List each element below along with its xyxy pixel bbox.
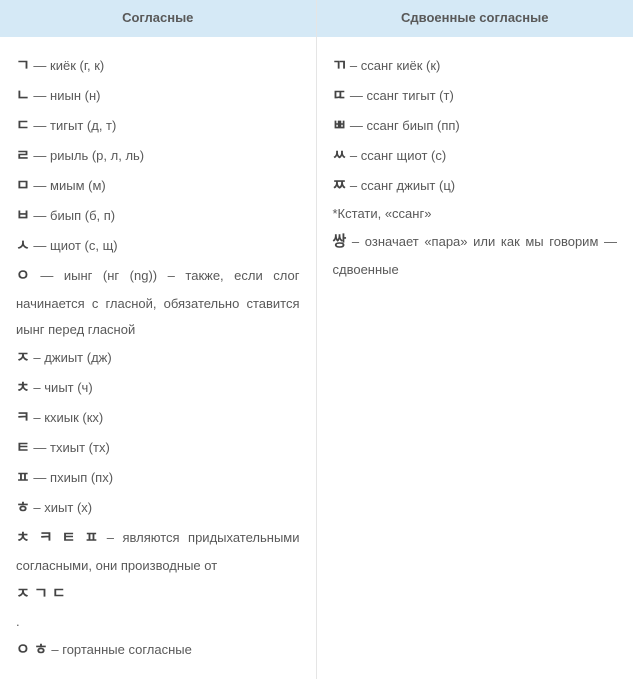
jamo-description: ссанг киёк (к) [361, 58, 441, 73]
jamo-description: риыль (р, л, ль) [50, 148, 144, 163]
aspirated-base: ㅈ ㄱ ㄷ [16, 579, 300, 609]
separator: – [30, 350, 44, 365]
ssang-meaning-text: – означает «пара» или как мы говорим — с… [333, 234, 618, 277]
separator: — [30, 178, 50, 193]
separator: — [346, 88, 366, 103]
consonant-row: ㅂ — биып (б, п) [16, 201, 300, 231]
jamo-description: хиыт (х) [44, 500, 92, 515]
jamo-glyph: ㄲ [333, 57, 347, 74]
consonant-row: ㄷ — тигыт (д, т) [16, 111, 300, 141]
consonant-row: ㄴ — ниын (н) [16, 81, 300, 111]
jamo-glyph: ㄸ [333, 87, 347, 104]
separator: — [30, 88, 50, 103]
jamo-description: тхиыт (тх) [50, 440, 110, 455]
jamo-description: миым (м) [50, 178, 106, 193]
consonant-row: ㅊ – чиыт (ч) [16, 373, 300, 403]
jamo-glyph: ㅁ [16, 177, 30, 194]
separator: — [30, 118, 50, 133]
jamo-description: тигыт (д, т) [50, 118, 116, 133]
jamo-glyph: ㅅ [16, 237, 30, 254]
consonant-row: ㄱ — киёк (г, к) [16, 51, 300, 81]
content-double-consonants: ㄲ – ссанг киёк (к)ㄸ — ссанг тигыт (т)ㅃ —… [317, 37, 633, 297]
separator: — [30, 440, 50, 455]
aspirated-jamo-group: ㅊ ㅋ ㅌ ㅍ [16, 529, 98, 546]
double-consonant-row: ㄸ — ссанг тигыт (т) [333, 81, 618, 111]
jamo-description: ссанг тигыт (т) [367, 88, 454, 103]
jamo-glyph: ㅎ [16, 499, 30, 516]
separator: — [30, 58, 50, 73]
double-consonant-row: ㅆ – ссанг щиот (с) [333, 141, 618, 171]
separator: — [30, 238, 50, 253]
jamo-glyph: ㅋ [16, 409, 30, 426]
jamo-description: джиыт (дж) [44, 350, 111, 365]
jamo-description: щиот (с, щ) [50, 238, 118, 253]
jamo-glyph: ㅊ [16, 379, 30, 396]
separator: – [30, 410, 44, 425]
guttural-note-text: – гортанные согласные [48, 642, 192, 657]
header-double-consonants: Сдвоенные согласные [317, 0, 633, 37]
jamo-glyph: ㅌ [16, 439, 30, 456]
ssang-meaning: 쌍 – означает «пара» или как мы говорим —… [333, 227, 618, 283]
jamo-description: чиыт (ч) [44, 380, 92, 395]
jamo-description: ссанг щиот (с) [361, 148, 446, 163]
aspirated-note: ㅊ ㅋ ㅌ ㅍ – являются придыхательными согла… [16, 523, 300, 579]
aspirated-base-jamo: ㅈ ㄱ ㄷ [16, 585, 66, 602]
consonant-row: ㄹ — риыль (р, л, ль) [16, 141, 300, 171]
separator: – [30, 500, 44, 515]
jamo-glyph: ㅉ [333, 177, 347, 194]
header-consonants: Согласные [0, 0, 316, 37]
double-consonant-row: ㅉ – ссанг джиыт (ц) [333, 171, 618, 201]
separator: — [30, 208, 50, 223]
jamo-glyph: ㅃ [333, 117, 347, 134]
jamo-glyph: ㄱ [16, 57, 30, 74]
jamo-glyph: ㄴ [16, 87, 30, 104]
col-double-consonants: Сдвоенные согласные ㄲ – ссанг киёк (к)ㄸ … [317, 0, 633, 679]
columns: Согласные ㄱ — киёк (г, к)ㄴ — ниын (н)ㄷ —… [0, 0, 633, 679]
ssang-jamo: 쌍 [333, 233, 347, 250]
consonants-table: Согласные ㄱ — киёк (г, к)ㄴ — ниын (н)ㄷ —… [0, 0, 633, 679]
jamo-description: биып (б, п) [50, 208, 115, 223]
separator: – [346, 58, 360, 73]
consonant-row: ㅌ — тхиыт (тх) [16, 433, 300, 463]
jamo-glyph: ㅍ [16, 469, 30, 486]
jamo-description: кхиык (кх) [44, 410, 103, 425]
consonant-row: ㅍ — пхиып (пх) [16, 463, 300, 493]
consonant-row: ㅈ – джиыт (дж) [16, 343, 300, 373]
jamo-description: ссанг биып (пп) [367, 118, 460, 133]
separator: — [346, 118, 366, 133]
double-consonant-row: ㅃ — ссанг биып (пп) [333, 111, 618, 141]
jamo-glyph: ㄷ [16, 117, 30, 134]
consonant-row: ㅁ — миым (м) [16, 171, 300, 201]
ssang-aside: *Кстати, «ссанг» [333, 201, 618, 227]
separator: — [30, 268, 64, 283]
separator: – [346, 178, 360, 193]
jamo-description: киёк (г, к) [50, 58, 104, 73]
content-consonants: ㄱ — киёк (г, к)ㄴ — ниын (н)ㄷ — тигыт (д,… [0, 37, 316, 679]
separator: – [346, 148, 360, 163]
jamo-description: ссанг джиыт (ц) [361, 178, 455, 193]
separator: — [30, 148, 50, 163]
jamo-glyph: ㅂ [16, 207, 30, 224]
jamo-description: пхиып (пх) [50, 470, 113, 485]
guttural-jamo-group: ㅇ ㅎ [16, 641, 48, 658]
consonant-row: ㅎ – хиыт (х) [16, 493, 300, 523]
jamo-glyph: ㄹ [16, 147, 30, 164]
double-consonant-row: ㄲ – ссанг киёк (к) [333, 51, 618, 81]
consonant-row: ㅋ – кхиык (кх) [16, 403, 300, 433]
jamo-glyph: ㅈ [16, 349, 30, 366]
consonant-row: ㅇ — иынг (нг (ng)) – также, если слог на… [16, 261, 300, 343]
guttural-note: ㅇ ㅎ – гортанные согласные [16, 635, 300, 665]
jamo-glyph: ㅆ [333, 147, 347, 164]
jamo-description: ниын (н) [50, 88, 100, 103]
separator: – [30, 380, 44, 395]
separator: — [30, 470, 50, 485]
col-consonants: Согласные ㄱ — киёк (г, к)ㄴ — ниын (н)ㄷ —… [0, 0, 317, 679]
consonant-row: ㅅ — щиот (с, щ) [16, 231, 300, 261]
jamo-glyph: ㅇ [16, 267, 30, 284]
dot-line: . [16, 609, 300, 635]
